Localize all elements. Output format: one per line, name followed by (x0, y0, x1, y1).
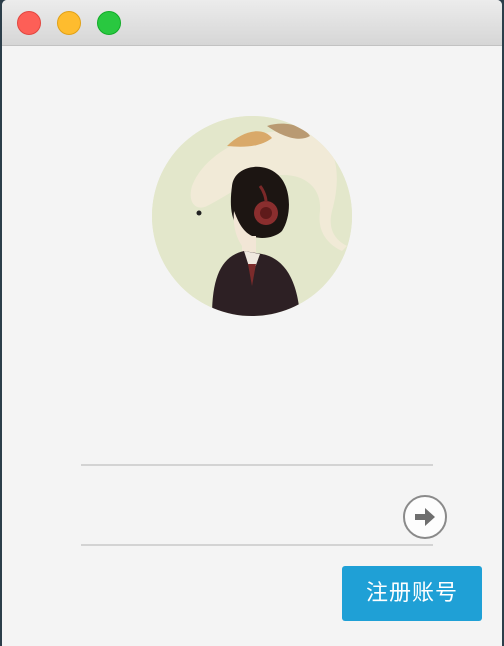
account-input[interactable] (81, 430, 433, 466)
arrow-right-icon (415, 508, 435, 526)
login-window: 注册账号 (2, 0, 502, 646)
register-account-button[interactable]: 注册账号 (342, 566, 482, 621)
login-submit-button[interactable] (403, 495, 447, 539)
zoom-window-button[interactable] (97, 11, 121, 35)
title-bar (2, 0, 502, 46)
minimize-window-button[interactable] (57, 11, 81, 35)
avatar-illustration-icon (152, 116, 352, 316)
password-input[interactable] (81, 510, 433, 546)
close-window-button[interactable] (17, 11, 41, 35)
user-avatar (152, 116, 352, 316)
